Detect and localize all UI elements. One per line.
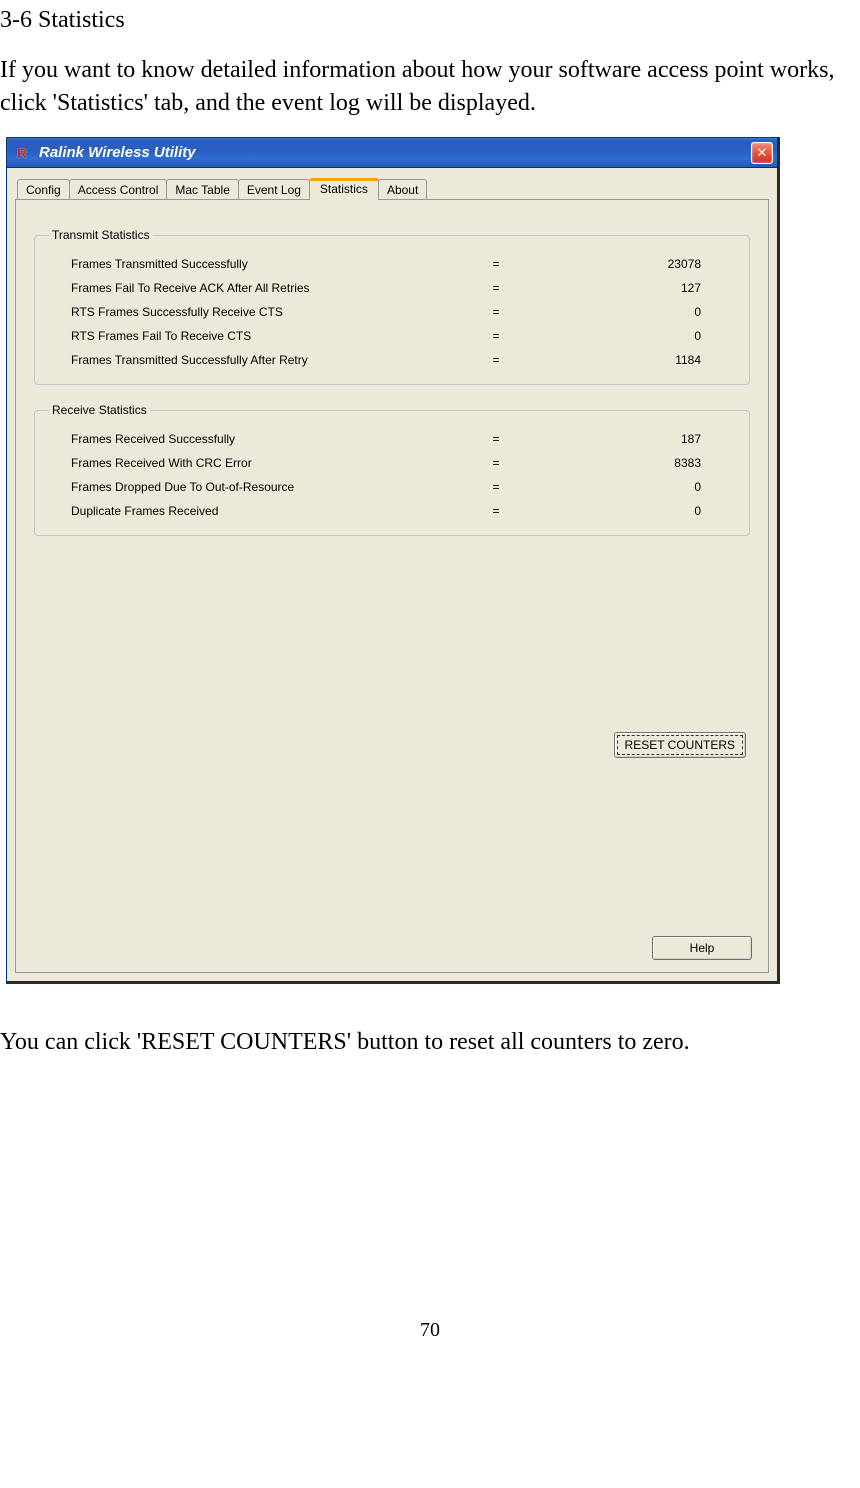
stat-label: RTS Frames Successfully Receive CTS	[71, 305, 431, 319]
app-icon: R	[17, 145, 33, 161]
stat-eq: =	[431, 456, 561, 470]
stat-label: Frames Fail To Receive ACK After All Ret…	[71, 281, 431, 295]
stat-row: Frames Transmitted Successfully After Re…	[49, 348, 735, 372]
outro-paragraph: You can click 'RESET COUNTERS' button to…	[0, 1026, 860, 1058]
tab-event-log[interactable]: Event Log	[238, 179, 310, 199]
close-icon[interactable]: ✕	[751, 142, 773, 164]
client-area: Config Access Control Mac Table Event Lo…	[7, 168, 777, 981]
stat-eq: =	[431, 504, 561, 518]
stat-label: RTS Frames Fail To Receive CTS	[71, 329, 431, 343]
stat-eq: =	[431, 329, 561, 343]
reset-counters-button[interactable]: RESET COUNTERS	[614, 732, 746, 758]
stat-label: Frames Transmitted Successfully After Re…	[71, 353, 431, 367]
tab-statistics[interactable]: Statistics	[309, 178, 379, 200]
stat-eq: =	[431, 432, 561, 446]
stat-value: 127	[561, 281, 701, 295]
stat-value: 23078	[561, 257, 701, 271]
stat-eq: =	[431, 480, 561, 494]
tab-about[interactable]: About	[378, 179, 427, 199]
stat-label: Frames Transmitted Successfully	[71, 257, 431, 271]
stat-eq: =	[431, 353, 561, 367]
tab-panel: Transmit Statistics Frames Transmitted S…	[15, 199, 769, 973]
receive-group: Receive Statistics Frames Received Succe…	[34, 403, 750, 536]
stat-row: Frames Transmitted Successfully = 23078	[49, 252, 735, 276]
page-number: 70	[0, 1319, 860, 1342]
stat-label: Duplicate Frames Received	[71, 504, 431, 518]
window-title: Ralink Wireless Utility	[39, 144, 751, 161]
stat-value: 0	[561, 305, 701, 319]
receive-legend: Receive Statistics	[49, 403, 150, 417]
intro-paragraph: If you want to know detailed information…	[0, 54, 860, 119]
transmit-group: Transmit Statistics Frames Transmitted S…	[34, 228, 750, 385]
stat-row: Frames Dropped Due To Out-of-Resource = …	[49, 475, 735, 499]
stat-eq: =	[431, 257, 561, 271]
app-window: R Ralink Wireless Utility ✕ Config Acces…	[6, 137, 780, 984]
stat-row: RTS Frames Successfully Receive CTS = 0	[49, 300, 735, 324]
section-heading: 3-6 Statistics	[0, 4, 860, 36]
stat-value: 187	[561, 432, 701, 446]
stat-row: RTS Frames Fail To Receive CTS = 0	[49, 324, 735, 348]
tab-config[interactable]: Config	[17, 179, 70, 199]
transmit-legend: Transmit Statistics	[49, 228, 153, 242]
tab-mac-table[interactable]: Mac Table	[166, 179, 238, 199]
stat-value: 0	[561, 504, 701, 518]
stat-label: Frames Dropped Due To Out-of-Resource	[71, 480, 431, 494]
stat-value: 1184	[561, 353, 701, 367]
stat-row: Frames Fail To Receive ACK After All Ret…	[49, 276, 735, 300]
stat-value: 8383	[561, 456, 701, 470]
stat-label: Frames Received Successfully	[71, 432, 431, 446]
stat-row: Duplicate Frames Received = 0	[49, 499, 735, 523]
stat-value: 0	[561, 329, 701, 343]
stat-eq: =	[431, 305, 561, 319]
tab-access-control[interactable]: Access Control	[69, 179, 168, 199]
tabstrip: Config Access Control Mac Table Event Lo…	[15, 178, 769, 199]
stat-row: Frames Received Successfully = 187	[49, 427, 735, 451]
titlebar: R Ralink Wireless Utility ✕	[7, 138, 777, 168]
stat-row: Frames Received With CRC Error = 8383	[49, 451, 735, 475]
stat-eq: =	[431, 281, 561, 295]
stat-value: 0	[561, 480, 701, 494]
help-button[interactable]: Help	[652, 936, 752, 960]
stat-label: Frames Received With CRC Error	[71, 456, 431, 470]
